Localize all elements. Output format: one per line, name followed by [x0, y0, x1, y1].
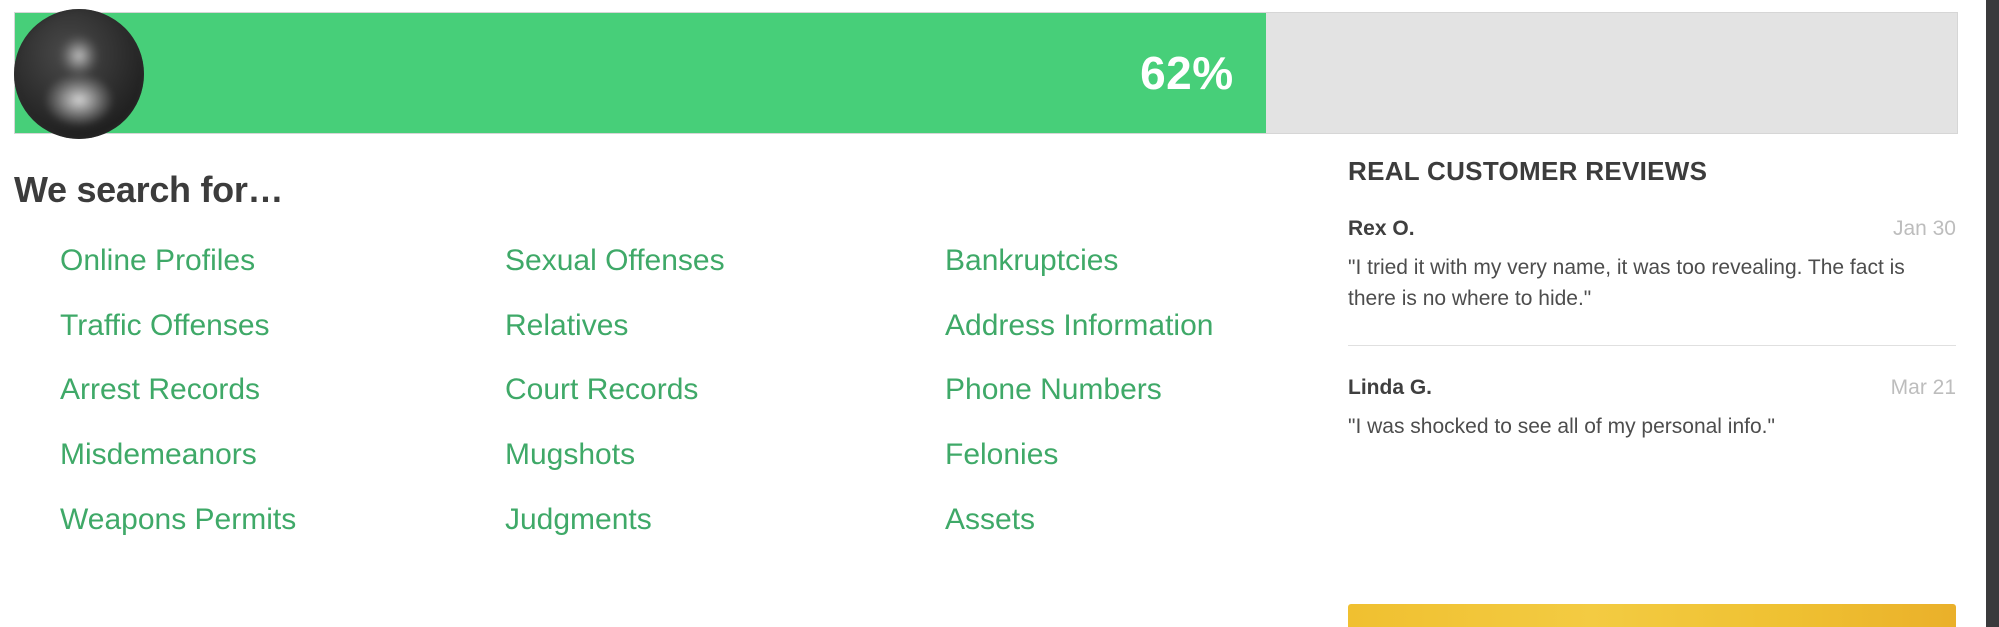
review-text: "I tried it with my very name, it was to… [1348, 256, 1905, 310]
customer-reviews-sidebar: REAL CUSTOMER REVIEWS Rex O. Jan 30 "I t… [1348, 132, 1956, 627]
search-category-relatives[interactable]: Relatives [505, 294, 945, 359]
search-category-sexual-offenses[interactable]: Sexual Offenses [505, 229, 945, 294]
search-progress-region: 62% [0, 6, 1962, 139]
progress-percent-label: 62% [1140, 47, 1234, 99]
search-category-phone-numbers[interactable]: Phone Numbers [945, 358, 1310, 423]
review-header: Linda G. Mar 21 [1348, 376, 1956, 400]
review-text: "I was shocked to see all of my personal… [1348, 415, 1775, 438]
review-author: Linda G. [1348, 376, 1432, 399]
search-category-weapons-permits[interactable]: Weapons Permits [60, 488, 505, 553]
search-category-traffic-offenses[interactable]: Traffic Offenses [60, 294, 505, 359]
page-title: We search for… [14, 169, 284, 210]
progress-bar-fill: 62% [15, 13, 1266, 133]
reviews-heading: REAL CUSTOMER REVIEWS [1348, 156, 1708, 186]
search-category-mugshots[interactable]: Mugshots [505, 423, 945, 488]
review-date: Jan 30 [1892, 217, 1956, 240]
search-category-misdemeanors[interactable]: Misdemeanors [60, 423, 505, 488]
search-category-bankruptcies[interactable]: Bankruptcies [945, 229, 1310, 294]
review-date: Mar 21 [1890, 376, 1956, 399]
search-category-felonies[interactable]: Felonies [945, 423, 1310, 488]
progress-bar-track: 62% [14, 12, 1958, 134]
search-category-assets[interactable]: Assets [945, 488, 1310, 553]
review-header: Rex O. Jan 30 [1348, 217, 1956, 241]
search-category-online-profiles[interactable]: Online Profiles [60, 229, 505, 294]
avatar-silhouette [14, 9, 144, 139]
search-category-judgments[interactable]: Judgments [505, 488, 945, 553]
search-category-arrest-records[interactable]: Arrest Records [60, 358, 505, 423]
window-scrollbar[interactable] [1986, 0, 1999, 627]
search-categories-panel: We search for… Online Profiles Sexual Of… [0, 132, 1330, 627]
review-item: Rex O. Jan 30 "I tried it with my very n… [1348, 187, 1956, 314]
profile-avatar-icon [14, 9, 144, 139]
search-category-court-records[interactable]: Court Records [505, 358, 945, 423]
search-categories-grid: Online Profiles Sexual Offenses Bankrupt… [60, 229, 1310, 553]
page-root: 62% We search for… Online Profiles Sexua… [0, 0, 1999, 627]
review-author: Rex O. [1348, 217, 1415, 240]
review-item: Linda G. Mar 21 "I was shocked to see al… [1348, 346, 1956, 442]
search-category-address-information[interactable]: Address Information [945, 294, 1310, 359]
cta-button[interactable] [1348, 604, 1956, 627]
main-content: We search for… Online Profiles Sexual Of… [0, 132, 1986, 627]
